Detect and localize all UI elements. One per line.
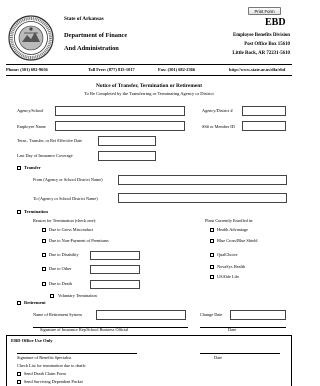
ssn-label: SS# or Member ID [202,124,235,129]
reason-death-checkbox[interactable] [42,282,46,286]
send-surviving-packet-label: Send Surviving Dependent Packet [24,379,83,384]
send-death-claim-checkbox[interactable] [17,372,21,376]
state-seal-icon [8,15,54,61]
agency-school-input[interactable] [55,106,185,116]
city-address: Little Rock, AR 72231-5610 [232,51,290,56]
fax-number: Fax: (501) 682-2366 [158,67,196,72]
signature-date-line [200,327,286,328]
plan-bcbs-label: Blue Cross/Blue Shield [217,238,258,243]
transfer-to-label: To (Agency or School District Name) [33,196,98,201]
agency-school-label: Agency/School [17,108,44,113]
reason-disability-checkbox[interactable] [42,253,46,257]
ssn-input[interactable] [242,121,286,131]
state-name: State of Arkansas [64,16,104,22]
employee-name-label: Employee Name [17,124,46,129]
contact-divider [6,75,292,76]
reason-nonpayment-checkbox[interactable] [42,239,46,243]
retirement-label: Retirement [24,300,46,305]
termination-reason-heading: Reason for Termination (check one): [33,218,97,223]
reason-voluntary-label: Voluntary Termination [58,293,97,298]
reason-death-input[interactable] [90,280,140,289]
web-address[interactable]: http://www.state.ar.us/dfa/ebd [229,67,285,72]
signature-date-label: Date [228,327,237,332]
reason-misconduct-checkbox[interactable] [42,228,46,232]
plans-heading: Plans Currently Enrolled in: [205,218,254,223]
form-code: EBD [265,17,286,28]
plan-novasys-label: NovaSys Health [217,264,246,269]
division-name: Employee Benefits Division [232,33,290,38]
transfer-label: Transfer [24,165,41,170]
plan-usable-life-checkbox[interactable] [210,275,214,279]
agency-district-label: Agency/District # [202,108,233,113]
last-day-input[interactable] [98,151,156,161]
retirement-checkbox[interactable] [17,301,21,305]
plan-novasys-checkbox[interactable] [210,265,214,269]
form-title: Notice of Transfer, Termination or Retir… [96,83,202,89]
plan-health-advantage-checkbox[interactable] [210,228,214,232]
send-death-claim-label: Send Death Claim Form [24,371,66,376]
agency-district-input[interactable] [242,106,286,116]
ebd-office-title: EBD Office Use Only [11,338,53,343]
reason-other-checkbox[interactable] [42,267,46,271]
plan-bcbs-checkbox[interactable] [210,239,214,243]
plan-qualchoice-checkbox[interactable] [210,253,214,257]
term-date-label: Term., Transfer, or Ret Effective Date [17,138,83,143]
reason-disability-label: Due to Disability [49,252,79,257]
reason-death-label: Due to Death [49,281,72,286]
retirement-system-input[interactable] [96,310,186,320]
transfer-to-input[interactable] [118,193,287,203]
change-date-label: Change Date [200,312,223,317]
form-subtitle: To Be Completed by the Transferring or T… [84,91,214,96]
term-date-input[interactable] [98,136,156,146]
specialist-signature-label: Signature of Benefits Specialist [17,355,72,360]
reason-disability-input[interactable] [90,251,140,260]
specialist-signature-line [17,353,137,354]
reason-misconduct-label: Due to Gross Misconduct [49,227,94,232]
po-box: Post Office Box 15610 [244,42,290,47]
termination-label: Termination [24,209,48,214]
send-surviving-packet-checkbox[interactable] [17,380,21,384]
phone-number: Phone: (501) 682-9656 [6,67,48,72]
toll-free-number: Toll Free: (877) 815-1017 [88,67,135,72]
employee-name-input[interactable] [55,121,185,131]
department-name-line2: And Administration [64,45,119,52]
reason-other-label: Due to Other [49,266,72,271]
reason-nonpayment-label: Due to Non-Payment of Premiums [49,238,109,243]
department-name: Department of Finance [64,32,128,39]
plan-usable-life-label: USAble Life [217,274,240,279]
last-day-label: Last Day of Insurance Coverage [17,153,73,158]
retirement-system-label: Name of Retirement System [33,312,82,317]
change-date-input[interactable] [230,310,286,320]
reason-voluntary-checkbox[interactable] [50,294,54,298]
plan-health-advantage-label: Health Advantage [217,227,248,232]
plan-qualchoice-label: QualChoice [217,252,238,257]
checklist-heading: Check List for termination due to death: [17,363,86,368]
termination-checkbox[interactable] [17,210,21,214]
transfer-from-label: From (Agency or School District Name) [33,177,103,182]
transfer-checkbox[interactable] [17,166,21,170]
ebd-date-line [200,353,280,354]
ebd-date-label: Date [214,355,223,360]
reason-other-input[interactable] [90,265,140,274]
print-form-button[interactable]: Print Form [248,7,281,15]
header-divider [6,64,292,65]
signature-label: Signature of Insurance Rep/School Busine… [40,327,129,332]
transfer-from-input[interactable] [118,175,287,185]
